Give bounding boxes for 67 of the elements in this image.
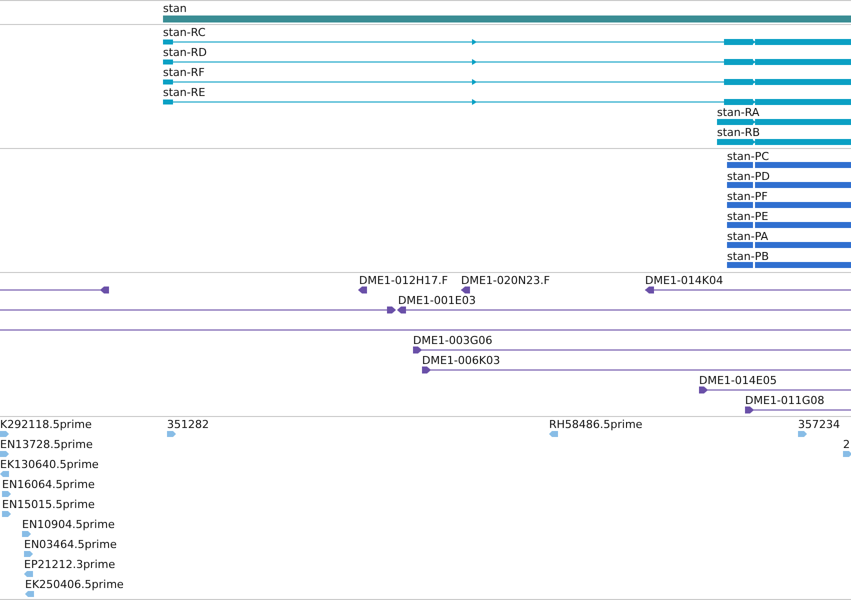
est-marker[interactable] (0, 451, 9, 457)
clone-model[interactable] (413, 346, 851, 354)
transcript-label: stan-RC (163, 26, 206, 40)
clone-model[interactable] (0, 286, 109, 294)
clone-label: DME1-006K03 (422, 354, 500, 368)
est-marker[interactable] (2, 511, 11, 517)
est-label: 2 (843, 438, 850, 452)
est-label: EN10904.5prime (22, 518, 115, 532)
clone-label: DME1-011G08 (745, 394, 824, 408)
est-marker[interactable] (0, 431, 9, 437)
est-marker[interactable] (25, 591, 34, 597)
est-label: EK250406.5prime (25, 578, 124, 592)
est-marker[interactable] (24, 571, 33, 577)
est-label: EN13728.5prime (0, 438, 93, 452)
est-label: 351282 (167, 418, 209, 432)
protein-model[interactable] (727, 262, 851, 268)
est-label: 357234 (798, 418, 840, 432)
transcript-label: stan-RE (163, 86, 206, 100)
clone-label: DME1-001E03 (398, 294, 476, 308)
clone-model[interactable] (358, 286, 367, 294)
protein-model[interactable] (727, 222, 851, 228)
est-marker[interactable] (798, 431, 807, 437)
est-label: EK130640.5prime (0, 458, 99, 472)
clone-model[interactable] (645, 286, 851, 294)
clone-model[interactable] (699, 386, 851, 394)
est-marker[interactable] (843, 451, 851, 457)
protein-model[interactable] (727, 162, 851, 168)
protein-model[interactable] (727, 202, 851, 208)
transcript-label: stan-RB (717, 126, 760, 140)
protein-label: stan-PE (727, 210, 768, 224)
est-label: EP21212.3prime (24, 558, 116, 572)
clone-model[interactable] (745, 406, 851, 414)
clone-label: DME1-014E05 (699, 374, 777, 388)
est-label: RH58486.5prime (549, 418, 642, 432)
transcript-model[interactable] (163, 59, 851, 65)
est-marker[interactable] (549, 431, 558, 437)
transcript-model[interactable] (163, 39, 851, 45)
protein-label: stan-PF (727, 190, 768, 204)
gene-model[interactable] (163, 16, 851, 22)
est-marker[interactable] (24, 551, 33, 557)
protein-model[interactable] (727, 242, 851, 248)
gene-label: stan (163, 2, 187, 16)
protein-label: stan-PB (727, 250, 769, 264)
protein-label: stan-PA (727, 230, 768, 244)
clone-model[interactable] (0, 306, 396, 314)
est-label: EN15015.5prime (2, 498, 95, 512)
transcript-model[interactable] (163, 99, 851, 105)
clone-label: DME1-012H17.F (359, 274, 448, 288)
transcript-label: stan-RD (163, 46, 207, 60)
protein-label: stan-PC (727, 150, 770, 164)
transcript-label: stan-RF (163, 66, 205, 80)
transcript-model[interactable] (163, 79, 851, 85)
clone-label: DME1-014K04 (645, 274, 724, 288)
est-marker[interactable] (0, 471, 9, 477)
clone-model[interactable] (422, 366, 851, 374)
clone-label: DME1-003G06 (413, 334, 492, 348)
est-label: K292118.5prime (0, 418, 92, 432)
protein-model[interactable] (727, 182, 851, 188)
est-marker[interactable] (2, 491, 11, 497)
est-label: EN03464.5prime (24, 538, 117, 552)
est-marker[interactable] (22, 531, 31, 537)
transcript-label: stan-RA (717, 106, 760, 120)
clone-model[interactable] (461, 286, 470, 294)
est-label: EN16064.5prime (2, 478, 95, 492)
protein-label: stan-PD (727, 170, 770, 184)
clone-label: DME1-020N23.F (461, 274, 550, 288)
est-marker[interactable] (167, 431, 176, 437)
